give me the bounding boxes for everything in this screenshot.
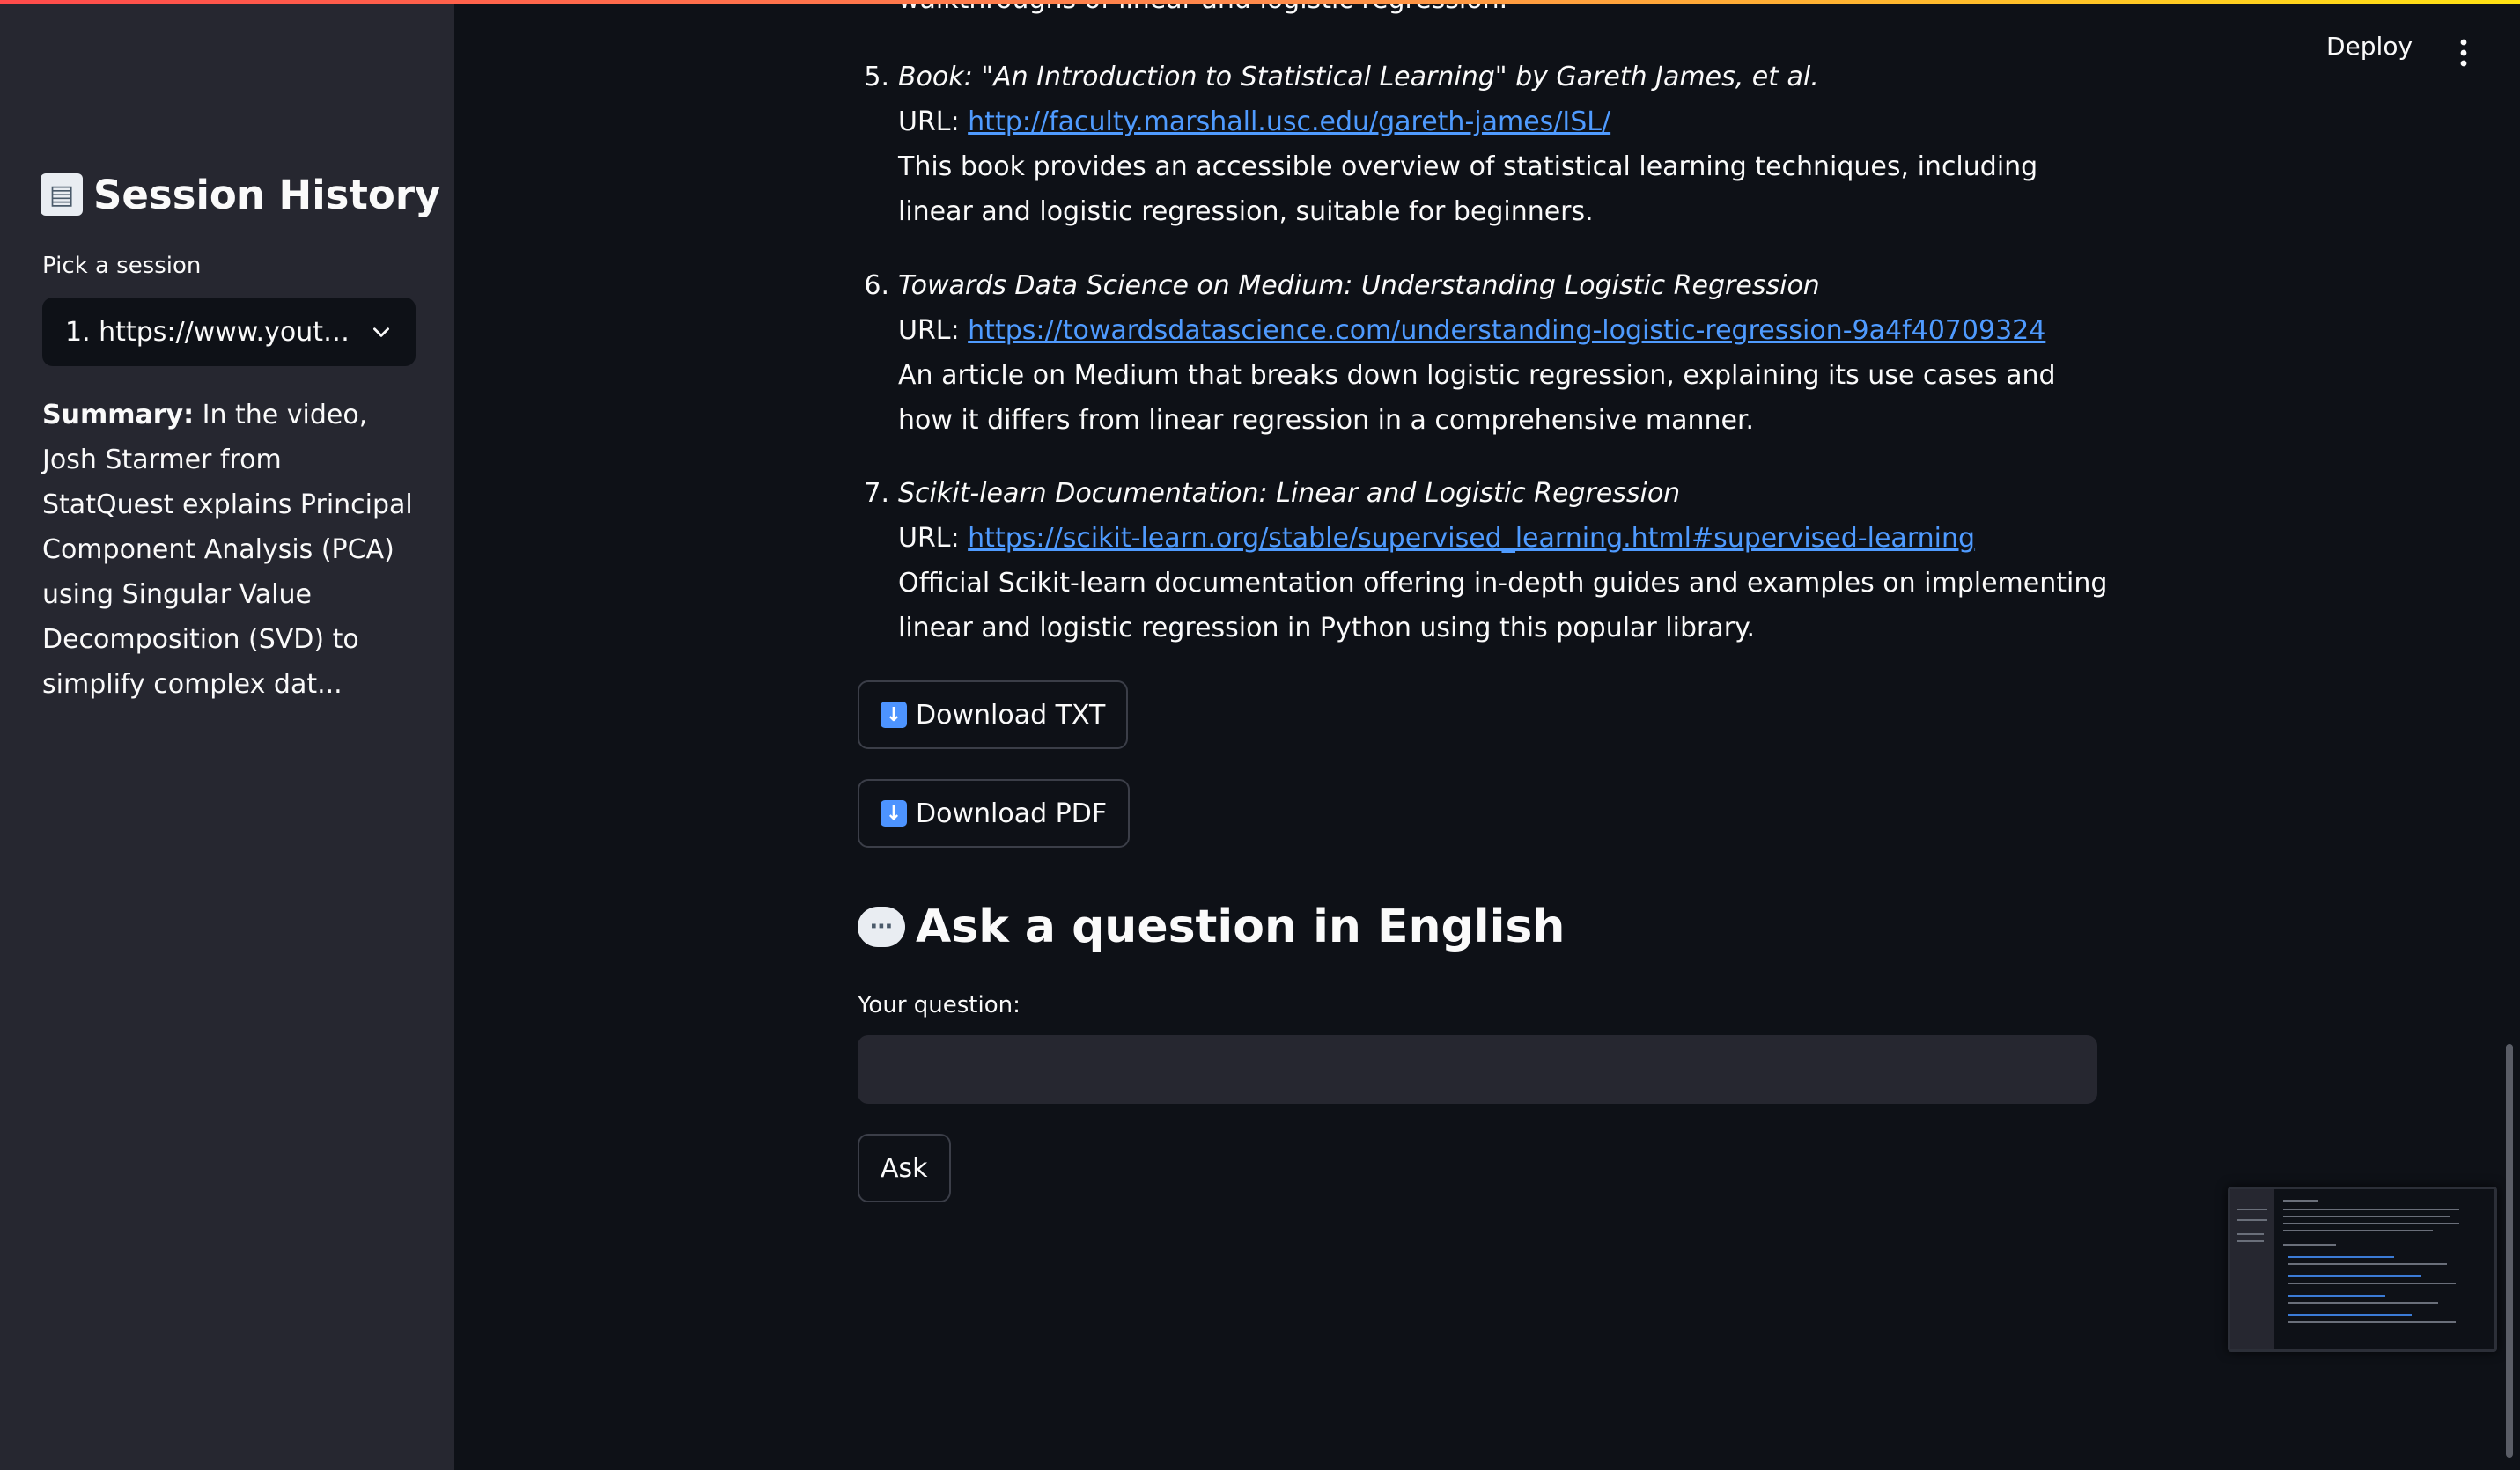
reference-link[interactable]: http://faculty.marshall.usc.edu/gareth-j… [968,107,1610,137]
session-select[interactable]: 1. https://www.youtube.com/watch?v=... [42,298,416,366]
minimap-line [2237,1240,2264,1242]
minimap-line [2288,1263,2447,1265]
reference-item: 6. Towards Data Science on Medium: Under… [858,263,2108,443]
minimap-link [2288,1314,2412,1316]
minimap-line [2283,1223,2459,1224]
page-minimap[interactable] [2228,1187,2497,1352]
main-scrollbar[interactable] [2506,1044,2513,1458]
minimap-line [2288,1302,2438,1304]
question-label: Your question: [858,992,1021,1018]
session-summary: Summary: In the video, Josh Starmer from… [42,393,416,707]
minimap-line [2237,1209,2267,1210]
reference-item: 5. Book: "An Introduction to Statistical… [858,55,2108,234]
summary-text: In the video, Josh Starmer from StatQues… [42,400,413,700]
speech-bubble-icon: ⋯ [858,907,905,947]
minimap-line [2283,1200,2318,1202]
reference-description: Official Scikit-learn documentation offe… [898,568,2108,643]
sidebar-title-text: Session History [93,171,441,218]
minimap-link [2288,1295,2385,1297]
download-pdf-label: Download PDF [916,797,1108,829]
sidebar: ▤ Session History Pick a session 1. http… [0,0,454,1470]
reference-description: An article on Medium that breaks down lo… [898,360,2056,436]
chevron-down-icon [373,327,389,337]
reference-link[interactable]: https://scikit-learn.org/stable/supervis… [968,523,1975,554]
question-input[interactable] [858,1035,2097,1104]
deploy-button[interactable]: Deploy [2326,32,2413,61]
url-prefix: URL: [898,107,969,137]
reference-number: 5. [864,62,889,92]
url-prefix: URL: [898,523,969,554]
ask-button[interactable]: Ask [858,1134,951,1202]
down-arrow-icon: ↓ [881,800,907,827]
reference-title: Towards Data Science on Medium: Understa… [898,270,1820,301]
download-txt-button[interactable]: ↓ Download TXT [858,680,1129,749]
top-accent-bar [0,0,2520,4]
minimap-link [2288,1275,2421,1277]
session-select-label: Pick a session [42,253,202,279]
download-txt-label: Download TXT [916,699,1106,731]
session-select-value: 1. https://www.youtube.com/watch?v=... [65,316,357,348]
sidebar-title: ▤ Session History [41,164,440,225]
minimap-link [2288,1256,2394,1258]
minimap-line [2283,1230,2433,1231]
minimap-line [2283,1244,2336,1246]
reference-title: Book: "An Introduction to Statistical Le… [898,62,1819,92]
kebab-menu-icon[interactable] [2451,35,2476,70]
ask-heading: ⋯ Ask a question in English [858,896,1565,958]
minimap-line [2237,1219,2267,1221]
summary-label: Summary: [42,400,195,430]
minimap-line [2283,1209,2459,1210]
down-arrow-icon: ↓ [881,702,907,728]
reference-description: This book provides an accessible overvie… [898,151,2038,227]
reference-item: 7. Scikit-learn Documentation: Linear an… [858,471,2108,650]
ask-button-label: Ask [881,1152,928,1184]
reference-link[interactable]: https://towardsdatascience.com/understan… [968,315,2045,346]
minimap-line [2237,1233,2264,1235]
reference-number: 7. [864,478,889,509]
minimap-line [2288,1283,2456,1284]
minimap-line [2288,1321,2456,1323]
page-icon: ▤ [41,173,83,216]
reference-title: Scikit-learn Documentation: Linear and L… [898,478,1681,509]
url-prefix: URL: [898,315,969,346]
reference-number: 6. [864,270,889,301]
minimap-line [2283,1216,2450,1217]
download-pdf-button[interactable]: ↓ Download PDF [858,779,1131,848]
minimap-sidebar [2230,1189,2274,1349]
ask-heading-text: Ask a question in English [916,900,1566,953]
